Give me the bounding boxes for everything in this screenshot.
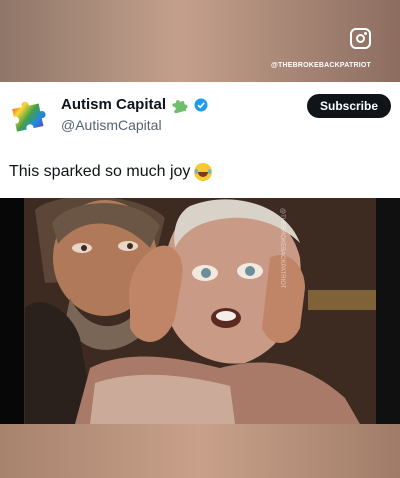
instagram-icon[interactable] xyxy=(350,28,371,49)
author-handle[interactable]: @AutismCapital xyxy=(61,117,162,133)
video-frame[interactable]: @THEBROKEBACKPATRIOT xyxy=(0,198,400,424)
video-top-band xyxy=(0,0,400,82)
puzzle-piece-avatar[interactable] xyxy=(10,96,52,132)
tweet-text-row: This sparked so much joy xyxy=(9,163,213,181)
instagram-watermark: @THEBROKEBACKPATRIOT xyxy=(270,62,371,69)
subscribe-button[interactable]: Subscribe xyxy=(307,94,391,118)
author-name-row: Autism Capital xyxy=(61,96,208,113)
verified-badge-icon xyxy=(194,98,208,111)
video-bottom-band xyxy=(0,424,400,478)
video-scene xyxy=(0,198,400,424)
tears-of-joy-emoji-icon xyxy=(194,163,213,181)
author-name[interactable]: Autism Capital xyxy=(61,96,166,113)
puzzle-icon xyxy=(172,99,188,113)
video-watermark: @THEBROKEBACKPATRIOT xyxy=(279,208,285,289)
tweet-text: This sparked so much joy xyxy=(9,163,191,180)
